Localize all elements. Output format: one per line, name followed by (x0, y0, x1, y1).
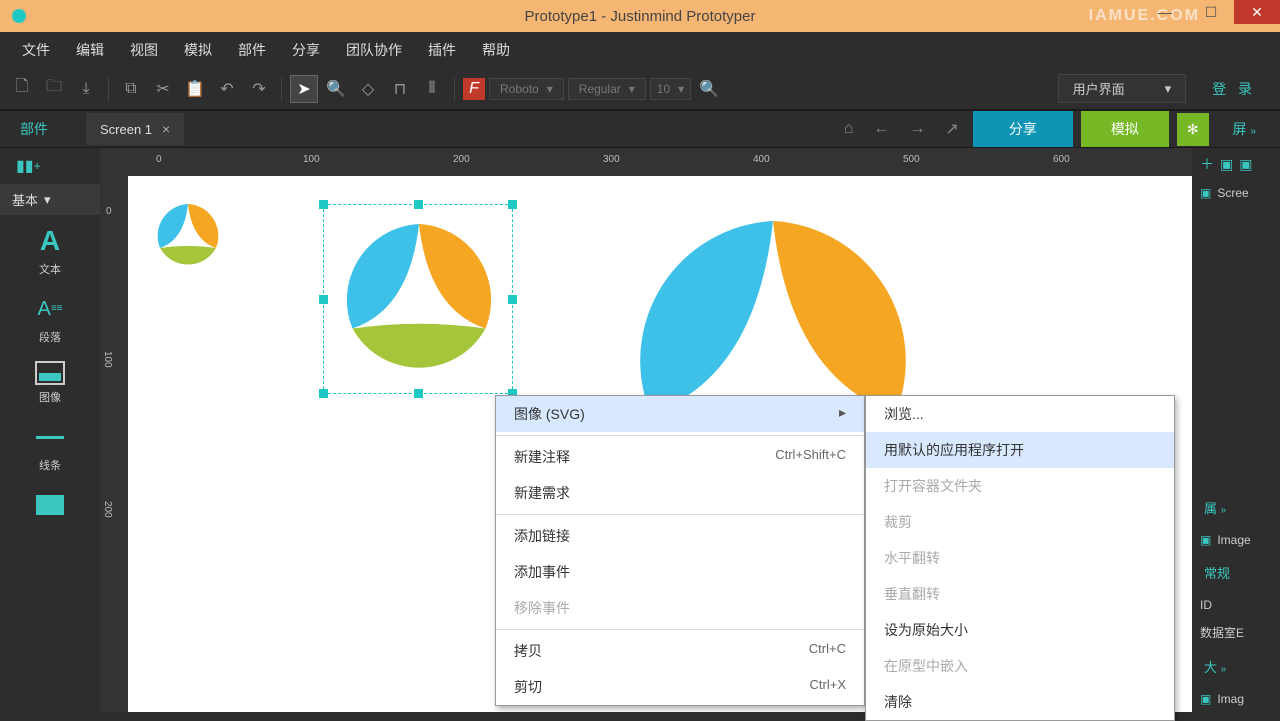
menubar: 文件 编辑 视图 模拟 部件 分享 团队协作 插件 帮助 (0, 32, 1280, 68)
cm-add-link[interactable]: 添加链接 (496, 518, 864, 554)
open-icon[interactable]: 🗀 (40, 75, 68, 103)
cm-image-svg[interactable]: 图像 (SVG) (496, 396, 864, 432)
menu-components[interactable]: 部件 (228, 36, 276, 64)
menu-share[interactable]: 分享 (282, 36, 330, 64)
menu-edit[interactable]: 编辑 (66, 36, 114, 64)
widget-line[interactable]: 线条 (0, 411, 100, 479)
search-icon[interactable]: 🔍 (695, 75, 723, 103)
new-icon[interactable]: 🗋 (8, 75, 36, 103)
cm-remove-event: 移除事件 (496, 590, 864, 626)
home-icon[interactable]: ⌂ (838, 120, 860, 138)
view-mode-select[interactable]: 用户界面▾ (1058, 74, 1187, 103)
redo-icon[interactable]: ↷ (245, 75, 273, 103)
properties-panel: ＋ ▣ ▣ ▣ Scree 属 » ▣ Image 常规 ID 数据室E 大 » ▣… (1192, 148, 1280, 712)
widget-text[interactable]: A 文本 (0, 215, 100, 283)
screens-panel-header: 屏 » (1217, 119, 1272, 139)
widget-image[interactable]: 图像 (0, 351, 100, 411)
category-basic[interactable]: 基本 ▾ (0, 184, 100, 215)
save-icon[interactable]: ⤓ (72, 75, 100, 103)
image-panel-icon[interactable]: ▣ (1220, 156, 1233, 173)
id-label: ID (1192, 592, 1280, 618)
menu-view[interactable]: 视图 (120, 36, 168, 64)
paste-icon[interactable]: 📋 (181, 75, 209, 103)
forward-icon[interactable]: → (903, 120, 931, 138)
cm-embed: 在原型中嵌入 (866, 648, 1174, 684)
tab-label: Screen 1 (100, 122, 152, 137)
general-header: 常规 (1192, 553, 1280, 592)
select-tool-icon[interactable]: ➤ (290, 75, 318, 103)
cm-original-size[interactable]: 设为原始大小 (866, 612, 1174, 648)
ruler-horizontal: 0 100 200 300 400 500 600 (128, 148, 1192, 176)
simulate-button[interactable]: 模拟 (1081, 111, 1169, 147)
font-family-select[interactable]: Roboto▾ (489, 78, 564, 100)
screen-tree-item[interactable]: ▣ Scree (1192, 180, 1280, 206)
size-header: 大 » (1192, 647, 1280, 686)
props-header: 属 » (1192, 488, 1280, 527)
cm-clear[interactable]: 清除 (866, 684, 1174, 720)
image-row[interactable]: ▣ Image (1192, 527, 1280, 553)
back-icon[interactable]: ← (867, 120, 895, 138)
app-icon (12, 9, 26, 23)
cm-copy[interactable]: 拷贝Ctrl+C (496, 633, 864, 669)
ruler-corner (100, 148, 128, 176)
font-weight-select[interactable]: Regular▾ (568, 78, 646, 100)
subbar: 部件 Screen 1 × ⌂ ← → ↗ 分享 模拟 ✻ 屏 » (0, 110, 1280, 148)
menu-help[interactable]: 帮助 (472, 36, 520, 64)
cm-crop: 裁剪 (866, 504, 1174, 540)
cm-open-folder: 打开容器文件夹 (866, 468, 1174, 504)
menu-file[interactable]: 文件 (12, 36, 60, 64)
cm-add-event[interactable]: 添加事件 (496, 554, 864, 590)
login-link[interactable]: 登 录 (1196, 79, 1272, 99)
cm-browse[interactable]: 浏览... (866, 396, 1174, 432)
widget-library-icon[interactable]: ▮▮+ (0, 148, 100, 184)
cut-icon[interactable]: ✂ (149, 75, 177, 103)
zoom-tool-icon[interactable]: 🔍 (322, 75, 350, 103)
font-icon[interactable]: F (463, 78, 485, 100)
close-button[interactable]: ✕ (1234, 0, 1280, 24)
minimize-button[interactable]: — (1142, 0, 1188, 24)
font-size-select[interactable]: 10▾ (650, 78, 691, 100)
canvas-image-small[interactable] (148, 196, 228, 276)
add-icon[interactable]: ＋ (1200, 154, 1214, 174)
imag-row[interactable]: ▣ Imag (1192, 686, 1280, 712)
window-title: Prototype1 - Justinmind Prototyper (525, 8, 756, 25)
cm-flip-h: 水平翻转 (866, 540, 1174, 576)
cm-new-requirement[interactable]: 新建需求 (496, 475, 864, 511)
data-label: 数据室E (1192, 618, 1280, 647)
widget-rectangle[interactable] (0, 479, 100, 527)
toolbar: 🗋 🗀 ⤓ ⧉ ✂ 📋 ↶ ↷ ➤ 🔍 ◇ ⊓ ⫴ F Roboto▾ Regu… (0, 68, 1280, 110)
widgets-panel: ▮▮+ 基本 ▾ A 文本 A≡≡ 段落 图像 线条 (0, 148, 100, 712)
popout-icon[interactable]: ↗ (939, 119, 964, 139)
eraser-icon[interactable]: ◇ (354, 75, 382, 103)
cm-open-default[interactable]: 用默认的应用程序打开 (866, 432, 1174, 468)
settings-gear-icon[interactable]: ✻ (1177, 113, 1209, 146)
titlebar: Prototype1 - Justinmind Prototyper IAMUE… (0, 0, 1280, 32)
ruler-vertical: 0 100 200 (100, 176, 128, 712)
context-submenu-image: 浏览... 用默认的应用程序打开 打开容器文件夹 裁剪 水平翻转 垂直翻转 设为… (865, 395, 1175, 721)
maximize-button[interactable]: ☐ (1188, 0, 1234, 24)
menu-plugins[interactable]: 插件 (418, 36, 466, 64)
cm-new-note[interactable]: 新建注释Ctrl+Shift+C (496, 439, 864, 475)
context-menu-main: 图像 (SVG) 新建注释Ctrl+Shift+C 新建需求 添加链接 添加事件… (495, 395, 865, 706)
copy-icon[interactable]: ⧉ (117, 75, 145, 103)
screen-tab-1[interactable]: Screen 1 × (86, 113, 184, 145)
align-icon[interactable]: ⫴ (418, 75, 446, 103)
more-panel-icon[interactable]: ▣ (1239, 156, 1252, 173)
widget-paragraph[interactable]: A≡≡ 段落 (0, 283, 100, 351)
cm-cut[interactable]: 剪切Ctrl+X (496, 669, 864, 705)
paint-icon[interactable]: ⊓ (386, 75, 414, 103)
menu-simulate[interactable]: 模拟 (174, 36, 222, 64)
share-button[interactable]: 分享 (973, 111, 1073, 147)
menu-team[interactable]: 团队协作 (336, 36, 412, 64)
components-panel-header: 部件 (0, 119, 68, 139)
selection-box[interactable] (323, 204, 513, 394)
undo-icon[interactable]: ↶ (213, 75, 241, 103)
tab-close-icon[interactable]: × (162, 121, 170, 137)
cm-flip-v: 垂直翻转 (866, 576, 1174, 612)
